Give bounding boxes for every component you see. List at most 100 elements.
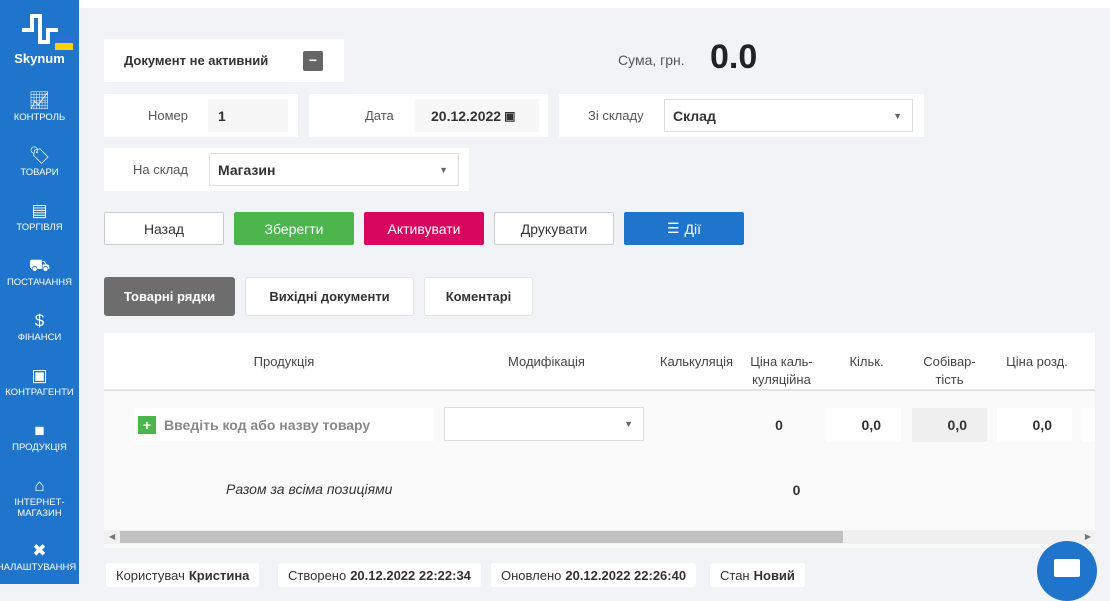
calendar-icon[interactable]: ▣ — [504, 109, 515, 123]
placeholder: Введіть код або назву товару — [164, 416, 371, 433]
footer-created: Створено 20.12.2022 22:22:34 — [278, 563, 481, 587]
label: ІНТЕРНЕТ-МАГАЗИН — [14, 497, 65, 519]
scrollbar-thumb[interactable] — [120, 531, 843, 543]
truck-icon: ⛟ — [28, 256, 51, 275]
sidebar-item-control[interactable]: 📈︎ КОНТРОЛЬ — [0, 90, 79, 123]
list-check-icon: ☰ — [666, 220, 680, 236]
toggle-active-button[interactable]: − — [303, 51, 323, 71]
label: Оновлено — [501, 567, 562, 583]
quantity-input[interactable]: 0,0 — [826, 408, 901, 442]
tab-output-documents[interactable]: Вихідні документи — [245, 277, 414, 316]
label: Користувач — [116, 567, 185, 583]
sum-label: Сума, грн. — [618, 52, 685, 68]
brand-name: Skynum — [14, 51, 65, 66]
col-retail-price: Ціна розд. — [1006, 354, 1068, 369]
from-warehouse-label: Зі складу — [588, 108, 644, 123]
print-button[interactable]: Друкувати — [494, 212, 614, 245]
label: НАЛАШТУВАННЯ — [0, 562, 77, 573]
chevron-down-icon: ▼ — [439, 164, 448, 175]
scroll-right-icon[interactable]: ▶ — [1085, 532, 1091, 541]
selected-value: Магазин — [218, 161, 276, 178]
number-label: Номер — [148, 108, 189, 123]
product-search-input[interactable]: + Введіть код або назву товару — [134, 408, 434, 441]
value: Кристина — [188, 567, 250, 583]
sidebar-item-settings[interactable]: ✖ НАЛАШТУВАННЯ — [0, 540, 79, 573]
modification-select[interactable]: ▼ — [444, 407, 644, 441]
col-product: Продукція — [253, 354, 315, 369]
sidebar-item-contractors[interactable]: ▣ КОНТРАГЕНТИ — [0, 365, 79, 398]
to-warehouse-card: На склад Магазин ▼ — [104, 148, 469, 191]
from-warehouse-card: Зі складу Склад ▼ — [559, 94, 924, 137]
id-card-icon: ▣ — [31, 366, 48, 385]
skynum-logo-icon — [21, 14, 58, 44]
basket-icon: ⌂ — [34, 476, 45, 495]
label: Дії — [684, 220, 702, 237]
col-calculation: Калькуляція — [659, 354, 734, 369]
value: 20.12.2022 22:22:34 — [350, 567, 471, 583]
tab-comments[interactable]: Коментарі — [424, 277, 533, 316]
sidebar-item-goods[interactable]: 🏷︎ ТОВАРИ — [0, 145, 79, 178]
horizontal-scrollbar[interactable]: ◀ ▶ — [104, 530, 1095, 544]
sidebar: Skynum 📈︎ КОНТРОЛЬ 🏷︎ ТОВАРИ ▤ ТОРГІВЛЯ ⛟ ПО… — [0, 0, 79, 584]
label: ТОВАРИ — [20, 167, 59, 178]
label: ТОРГІВЛЯ — [16, 222, 63, 233]
chevron-down-icon: ▼ — [893, 110, 902, 121]
total-label: Разом за всіма позиціями — [226, 481, 393, 497]
footer-user: Користувач Кристина — [106, 563, 260, 587]
chat-icon — [1054, 559, 1080, 577]
document-status: Документ не активний — [124, 53, 269, 68]
sidebar-item-finance[interactable]: $ ФІНАНСИ — [0, 310, 79, 343]
tab-goods-lines[interactable]: Товарні рядки — [104, 277, 235, 316]
label: ПОСТАЧАННЯ — [6, 277, 73, 288]
to-warehouse-select[interactable]: Магазин ▼ — [209, 153, 459, 186]
chevron-down-icon: ▼ — [624, 419, 633, 429]
from-warehouse-select[interactable]: Склад ▼ — [664, 99, 913, 132]
value: 20.12.2022 22:26:40 — [565, 567, 687, 583]
label: КОНТРАГЕНТИ — [5, 387, 74, 398]
scroll-left-icon[interactable]: ◀ — [109, 532, 115, 541]
label: ФІНАНСИ — [17, 332, 62, 343]
sidebar-item-trade[interactable]: ▤ ТОРГІВЛЯ — [0, 200, 79, 233]
add-icon[interactable]: + — [138, 415, 156, 434]
to-warehouse-label: На склад — [133, 162, 188, 177]
label: Стан — [720, 567, 750, 583]
sum-value: 0.0 — [710, 38, 758, 76]
footer-state: Стан Новий — [710, 563, 805, 587]
date-label: Дата — [365, 108, 394, 123]
ukraine-flag-icon — [55, 36, 73, 50]
date-field-card: Дата 20.12.2022 ▣ — [309, 94, 548, 137]
col-quantity: Кільк. — [849, 354, 884, 369]
back-button[interactable]: Назад — [104, 212, 224, 245]
number-field-card: Номер 1 — [104, 94, 298, 137]
cost-value: 0,0 — [912, 408, 987, 442]
next-cell[interactable] — [1082, 408, 1095, 442]
selected-value: Склад — [673, 107, 716, 124]
status-card: Документ не активний − — [104, 39, 344, 82]
calc-price-value: 0 — [775, 417, 783, 433]
hand-dollar-icon: $ — [34, 311, 45, 330]
tools-icon: ✖ — [32, 541, 47, 560]
top-bar — [79, 0, 1110, 8]
box-icon: ■ — [34, 421, 45, 440]
footer-updated: Оновлено 20.12.2022 22:26:40 — [491, 563, 697, 587]
value: Новий — [753, 567, 795, 583]
number-input[interactable]: 1 — [208, 99, 288, 132]
label: ПРОДУКЦІЯ — [12, 442, 67, 453]
retail-price-input[interactable]: 0,0 — [997, 408, 1072, 442]
logo[interactable]: Skynum — [0, 12, 79, 66]
label: КОНТРОЛЬ — [13, 112, 66, 123]
goods-table: Продукція Модифікація Калькуляція Ціна к… — [104, 333, 1095, 548]
cash-register-icon: ▤ — [31, 201, 48, 220]
actions-button[interactable]: ☰ Дії — [624, 212, 744, 245]
save-button[interactable]: Зберегти — [234, 212, 354, 245]
date-value: 20.12.2022 — [431, 107, 502, 124]
date-input[interactable]: 20.12.2022 ▣ — [415, 99, 539, 132]
activate-button[interactable]: Активувати — [364, 212, 484, 245]
sidebar-item-supply[interactable]: ⛟ ПОСТАЧАННЯ — [0, 255, 79, 288]
sidebar-item-production[interactable]: ■ ПРОДУКЦІЯ — [0, 420, 79, 453]
label: Створено — [288, 567, 347, 583]
col-cost: Собівар-тість — [923, 354, 976, 387]
chart-icon: 📈︎ — [28, 91, 51, 110]
chat-button[interactable] — [1037, 541, 1097, 601]
sidebar-item-eshop[interactable]: ⌂ ІНТЕРНЕТ-МАГАЗИН — [0, 475, 79, 519]
